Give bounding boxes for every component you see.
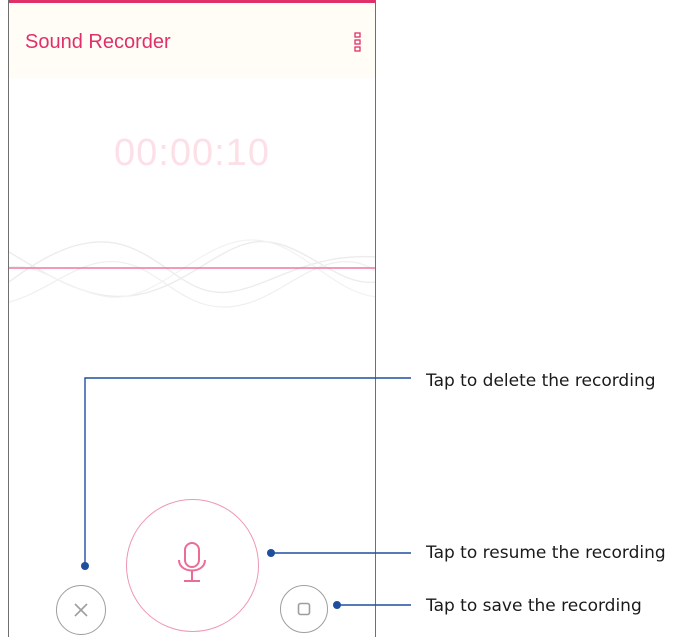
stop-icon (297, 602, 311, 616)
callout-resume-label: Tap to resume the recording (426, 543, 666, 563)
app-bar: Sound Recorder (9, 0, 375, 78)
app-title: Sound Recorder (25, 31, 171, 53)
delete-button[interactable] (56, 585, 106, 635)
overflow-menu-icon[interactable] (353, 31, 363, 53)
close-icon (74, 603, 88, 617)
resume-record-button[interactable] (126, 499, 259, 632)
callout-delete-label: Tap to delete the recording (426, 371, 656, 391)
save-button[interactable] (280, 585, 328, 633)
phone-screen: Sound Recorder 00:00:10 (8, 0, 376, 637)
elapsed-time: 00:00:10 (114, 132, 270, 174)
microphone-icon (178, 542, 206, 582)
callout-save-label: Tap to save the recording (426, 596, 642, 616)
audio-waveform (9, 239, 375, 308)
manual-figure: Sound Recorder 00:00:10 Tap to delete th… (0, 0, 693, 637)
